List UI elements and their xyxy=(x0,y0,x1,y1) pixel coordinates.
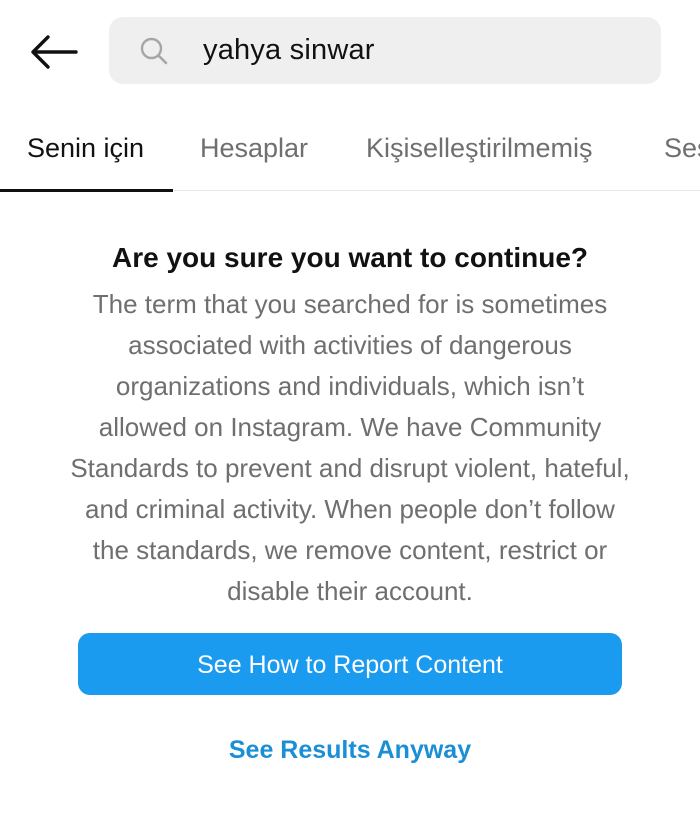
search-input[interactable]: yahya sinwar xyxy=(109,17,661,84)
warning-section: Are you sure you want to continue? The t… xyxy=(0,232,700,612)
search-query-text[interactable]: yahya sinwar xyxy=(203,17,375,84)
see-results-anyway-link[interactable]: See Results Anyway xyxy=(0,728,700,772)
tab-ses[interactable]: Ses xyxy=(664,104,700,190)
back-button[interactable] xyxy=(24,22,84,82)
tab-hesaplar[interactable]: Hesaplar xyxy=(200,104,308,190)
warning-body: The term that you searched for is someti… xyxy=(70,289,630,606)
active-tab-indicator xyxy=(0,189,173,192)
warning-title: Are you sure you want to continue? xyxy=(111,242,589,273)
search-tabs: Senin için Hesaplar Kişiselleştirilmemiş… xyxy=(0,104,700,192)
search-header: yahya sinwar xyxy=(0,0,700,104)
search-icon xyxy=(140,37,168,65)
arrow-left-icon xyxy=(31,35,78,69)
see-how-to-report-button[interactable]: See How to Report Content xyxy=(78,633,622,695)
search-warning-screen: yahya sinwar Senin için Hesaplar Kişisel… xyxy=(0,0,700,823)
tab-kisisellestirilmemis[interactable]: Kişiselleştirilmemiş xyxy=(366,104,593,190)
tab-senin-icin[interactable]: Senin için xyxy=(27,104,144,190)
